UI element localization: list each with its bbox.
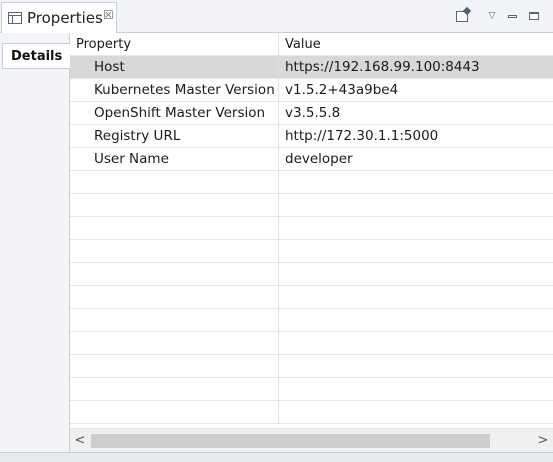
empty-cell [278, 171, 553, 194]
property-cell: Registry URL [94, 128, 181, 144]
empty-table-row [70, 309, 553, 332]
empty-cell [278, 309, 553, 332]
table-row[interactable]: Host https://192.168.99.100:8443 [70, 56, 553, 79]
properties-tab[interactable]: Properties ☒ [1, 2, 117, 33]
property-cell: OpenShift Master Version [94, 105, 266, 121]
empty-cell [278, 286, 553, 309]
empty-table-row [70, 286, 553, 309]
empty-table-row [70, 401, 553, 424]
properties-view: Properties ☒ ▽ Details Property Value Ho… [0, 0, 553, 462]
value-cell: developer [278, 148, 553, 171]
empty-cell [70, 286, 278, 309]
empty-table-row [70, 263, 553, 286]
empty-cell [278, 378, 553, 401]
property-cell: Kubernetes Master Version [94, 82, 275, 98]
empty-table-row [70, 217, 553, 240]
empty-table-row [70, 378, 553, 401]
empty-cell [278, 194, 553, 217]
property-cell: User Name [94, 151, 169, 167]
table-row[interactable]: Kubernetes Master Version v1.5.2+43a9be4 [70, 79, 553, 102]
property-cell: Host [94, 59, 125, 75]
pin-view-icon[interactable] [454, 8, 470, 24]
empty-cell [70, 378, 278, 401]
value-cell: v3.5.5.8 [278, 102, 553, 125]
column-header-value[interactable]: Value [278, 33, 553, 56]
column-header-property[interactable]: Property [70, 33, 278, 56]
empty-cell [70, 194, 278, 217]
tab-title: Properties [27, 9, 103, 27]
empty-cell [70, 263, 278, 286]
empty-table-row [70, 194, 553, 217]
empty-cell [70, 401, 278, 424]
empty-cell [278, 240, 553, 263]
table-header-row: Property Value [70, 33, 553, 56]
empty-cell [278, 332, 553, 355]
value-cell: http://172.30.1.1:5000 [278, 125, 553, 148]
bottom-border [0, 452, 553, 462]
close-icon[interactable]: ☒ [103, 8, 114, 22]
tab-details[interactable]: Details [2, 43, 70, 69]
side-tab-strip: Details [0, 33, 70, 462]
properties-view-icon [8, 12, 22, 24]
minimize-icon[interactable] [505, 8, 519, 24]
value-cell: v1.5.2+43a9be4 [278, 79, 553, 102]
empty-cell [70, 171, 278, 194]
horizontal-scrollbar[interactable]: < > [70, 428, 553, 452]
value-cell: https://192.168.99.100:8443 [278, 56, 553, 79]
properties-table: Property Value Host https://192.168.99.10… [70, 33, 553, 428]
scroll-left-icon[interactable]: < [73, 433, 87, 449]
scrollbar-thumb[interactable] [91, 434, 490, 448]
empty-cell [70, 332, 278, 355]
table-row[interactable]: Registry URL http://172.30.1.1:5000 [70, 125, 553, 148]
empty-table-row [70, 171, 553, 194]
table-row[interactable]: OpenShift Master Version v3.5.5.8 [70, 102, 553, 125]
empty-cell [278, 217, 553, 240]
empty-cell [278, 401, 553, 424]
empty-cell [70, 309, 278, 332]
scroll-right-icon[interactable]: > [536, 433, 550, 449]
empty-cell [278, 355, 553, 378]
empty-cell [278, 263, 553, 286]
maximize-icon[interactable] [527, 8, 541, 24]
empty-cell [70, 355, 278, 378]
view-title-bar: Properties ☒ ▽ [0, 0, 553, 33]
empty-cell [70, 217, 278, 240]
empty-table-row [70, 332, 553, 355]
empty-table-row [70, 355, 553, 378]
table-row[interactable]: User Name developer [70, 148, 553, 171]
view-menu-icon[interactable]: ▽ [485, 8, 499, 24]
empty-table-row [70, 240, 553, 263]
empty-cell [70, 240, 278, 263]
